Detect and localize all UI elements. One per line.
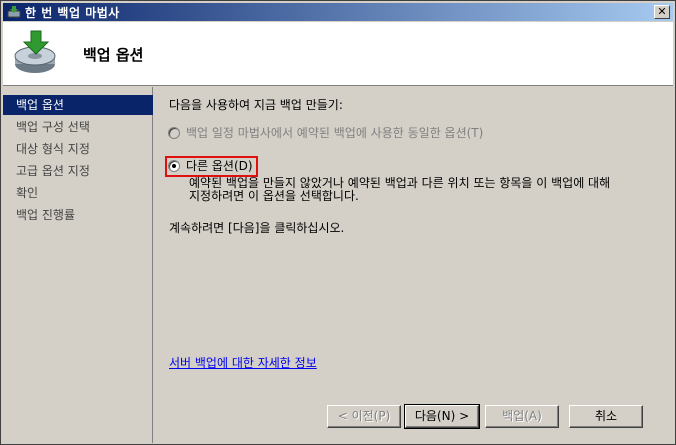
cancel-button[interactable]: 취소	[569, 405, 643, 428]
sidebar-item-backup-configuration: 백업 구성 선택	[16, 120, 90, 134]
title-bar[interactable]: 한 번 백업 마법사 ✕	[3, 3, 673, 21]
page-title: 백업 옵션	[83, 46, 144, 64]
next-button[interactable]: 다음(N) >	[404, 404, 480, 429]
wizard-window: 한 번 백업 마법사 ✕ 백업 옵션 백업 옵션 백업 구성 선택 대상 형식 …	[0, 0, 676, 445]
continue-instruction: 계속하려면 [다음]을 클릭하십시오.	[169, 221, 345, 235]
different-options-radio[interactable]	[168, 160, 180, 172]
wizard-steps-sidebar: 백업 옵션 백업 구성 선택 대상 형식 지정 고급 옵션 지정 확인 백업 진…	[3, 87, 153, 443]
sidebar-item-confirmation: 확인	[16, 186, 39, 200]
close-icon[interactable]: ✕	[654, 5, 670, 19]
previous-button[interactable]: < 이전(P)	[327, 405, 401, 428]
scheduled-options-label: 백업 일정 마법사에서 예약된 백업에 사용한 동일한 옵션(T)	[186, 126, 484, 140]
more-info-link[interactable]: 서버 백업에 대한 자세한 정보	[169, 356, 317, 370]
sidebar-item-backup-options: 백업 옵션	[3, 95, 153, 115]
backup-app-icon	[7, 6, 21, 18]
wizard-header: 백업 옵션	[3, 22, 673, 86]
sidebar-item-backup-progress: 백업 진행률	[16, 208, 76, 222]
backup-disk-icon	[14, 30, 56, 73]
prompt-text: 다음을 사용하여 지금 백업 만들기:	[169, 98, 343, 112]
sidebar-item-destination-type: 대상 형식 지정	[16, 142, 90, 156]
different-options-description-line1: 예약된 백업을 만들지 않았거나 예약된 백업과 다른 위치 또는 항목을 이 …	[189, 176, 611, 190]
different-options-description-line2: 지정하려면 이 옵션을 선택합니다.	[189, 189, 359, 203]
backup-button[interactable]: 백업(A)	[485, 405, 559, 428]
different-options-label[interactable]: 다른 옵션(D)	[186, 159, 253, 173]
wizard-content: 다음을 사용하여 지금 백업 만들기: 백업 일정 마법사에서 예약된 백업에 …	[155, 87, 673, 443]
scheduled-options-radio[interactable]	[168, 127, 180, 139]
window-title: 한 번 백업 마법사	[25, 5, 120, 20]
sidebar-item-advanced-options: 고급 옵션 지정	[16, 164, 90, 178]
